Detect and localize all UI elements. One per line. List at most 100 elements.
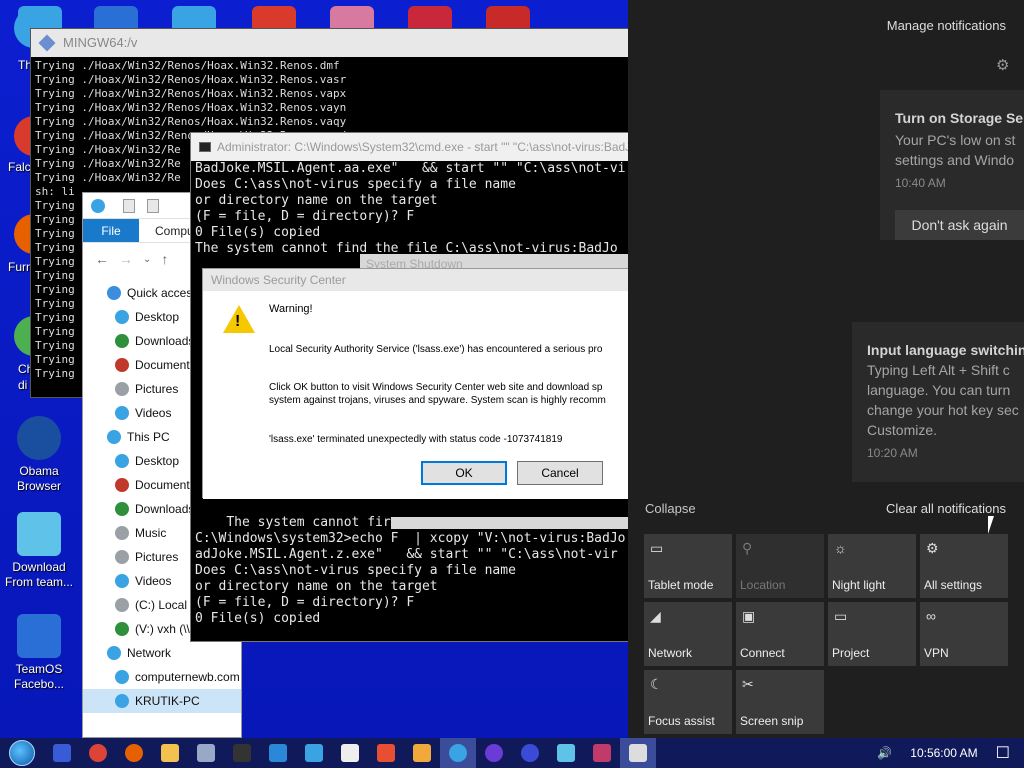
nav-computernewb[interactable]: computernewb.com [83,665,241,689]
window-icon [629,744,647,762]
quick-access-toolbar-icon-2[interactable] [147,199,159,213]
folder-icon [115,622,129,636]
folder-icon [107,646,121,660]
clear-all-notifications-link[interactable]: Clear all notifications [886,501,1006,516]
security-dialog[interactable]: Windows Security Center ! Warning! Local… [202,268,630,499]
cmd-output-bottom[interactable]: C:\Windows\system32>echo F | xcopy "V:\n… [191,515,629,627]
ribbon-file-tab[interactable]: File [83,219,139,242]
connect-tile[interactable]: ▣ Connect [736,602,824,666]
folder-icon [115,454,129,468]
back-arrow-icon[interactable]: ← [95,251,109,267]
taskbar-app[interactable] [224,738,260,768]
desktop-icon-teamos[interactable]: TeamOS Facebo... [2,614,76,692]
dont-ask-again-button[interactable]: Don't ask again [895,210,1024,240]
input-language-notification[interactable]: Input language switchin Typing Left Alt … [852,322,1024,482]
taskbar-app[interactable] [152,738,188,768]
network-tile[interactable]: ◢ Network [644,602,732,666]
tile-label: Focus assist [648,714,715,728]
lang-notification-body-2: language. You can turn [867,382,1011,398]
taskbar-app[interactable] [476,738,512,768]
chrome-icon [89,744,107,762]
cmd-line: (F = file, D = directory)? F [195,595,415,610]
cmd-titlebar[interactable]: Administrator: C:\Windows\System32\cmd.e… [191,133,629,161]
dialog-warning-heading: Warning! [269,303,313,315]
volume-icon[interactable]: 🔊 [871,746,898,760]
taskbar-app[interactable] [368,738,404,768]
all-settings-tile[interactable]: ⚙ All settings [920,534,1008,598]
quick-access-toolbar-icon[interactable] [123,199,135,213]
cmd-line: BadJoke.MSIL.Agent.aa.exe" && start "" "… [195,161,626,176]
nav-label: Quick access [127,286,199,300]
terminal-line: Trying ./Hoax/Win32/Renos/Hoax.Win32.Ren… [35,115,347,128]
tablet-mode-tile[interactable]: ▭ Tablet mode [644,534,732,598]
night-light-tile[interactable]: ☼ Night light [828,534,916,598]
cmd-logo-icon [199,142,211,152]
folder-icon [115,574,129,588]
desktop-icon-label: Obama Browser [16,464,61,493]
dialog-titlebar[interactable]: Windows Security Center [203,269,629,291]
connect-icon: ▣ [742,608,756,624]
tile-label: Night light [832,578,886,592]
nav-label: Videos [135,406,172,420]
teamos-gear-icon [17,614,61,658]
mail-icon [197,744,215,762]
taskbar-app[interactable] [80,738,116,768]
up-arrow-icon[interactable]: ↑ [161,251,168,267]
taskbar-app[interactable] [620,738,656,768]
taskbar-app[interactable] [512,738,548,768]
manage-notifications-link[interactable]: Manage notifications [887,18,1006,33]
taskbar-app[interactable] [44,738,80,768]
desktop-icon-obama-browser[interactable]: Obama Browser [2,416,76,494]
nav-label: Pictures [135,382,179,396]
desktop-icon-label: Download From team... [4,560,73,589]
store-icon [269,744,287,762]
cmd-line: (F = file, D = directory)? F [195,209,415,224]
taskbar-app[interactable] [116,738,152,768]
focus-assist-tile[interactable]: ☾ Focus assist [644,670,732,734]
chevron-down-icon[interactable]: ⌄ [143,254,151,265]
lang-notification-body-1: Typing Left Alt + Shift c [867,362,1010,378]
cmd-line: or directory name on the target [195,579,438,594]
windows-orb-icon [9,740,35,766]
taskbar: 🔊 10:56:00 AM ☐ [0,738,1024,768]
ok-button[interactable]: OK [421,461,507,485]
vpn-tile[interactable]: ∞ VPN [920,602,1008,666]
ie-icon [449,744,467,762]
notification-center-icon[interactable]: ☐ [990,743,1024,763]
cancel-button[interactable]: Cancel [517,461,603,485]
taskbar-app[interactable] [440,738,476,768]
start-button[interactable] [0,738,44,768]
download-notepad-icon [17,512,61,556]
screen-snip-tile[interactable]: ✂ Screen snip [736,670,824,734]
nav-krutik-pc[interactable]: KRUTIK-PC [83,689,241,713]
mingw-titlebar[interactable]: MINGW64:/v [31,29,629,57]
gear-icon[interactable]: ⚙ [996,58,1012,74]
cmd-line: 0 File(s) copied [195,225,321,240]
folder-icon [115,478,129,492]
firefox-icon [125,744,143,762]
project-tile[interactable]: ▭ Project [828,602,916,666]
taskbar-app[interactable] [404,738,440,768]
clock[interactable]: 10:56:00 AM [898,746,989,760]
taskbar-app[interactable] [296,738,332,768]
nav-network[interactable]: Network [83,641,241,665]
storage-notification-title: Turn on Storage Se [895,110,1024,126]
taskbar-app[interactable] [584,738,620,768]
taskbar-app[interactable] [260,738,296,768]
location-icon: ⚲ [742,540,753,556]
notepad-icon [557,744,575,762]
cmd-line: Does C:\ass\not-virus specify a file nam… [195,563,516,578]
collapse-link[interactable]: Collapse [645,501,696,516]
obama-browser-icon [17,416,61,460]
cmd-line: C:\Windows\system32>echo F | xcopy "V:\n… [195,531,626,546]
tile-label: Tablet mode [648,578,714,592]
taskbar-app[interactable] [332,738,368,768]
taskbar-app[interactable] [548,738,584,768]
desktop-icon-download[interactable]: Download From team... [2,512,76,590]
taskbar-app[interactable] [188,738,224,768]
nav-label: Network [127,646,172,660]
cmd-output-top[interactable]: BadJoke.MSIL.Agent.aa.exe" && start "" "… [191,161,629,257]
location-tile[interactable]: ⚲ Location [736,534,824,598]
tablet-mode-icon: ▭ [650,540,664,556]
forward-arrow-icon[interactable]: → [119,251,133,267]
